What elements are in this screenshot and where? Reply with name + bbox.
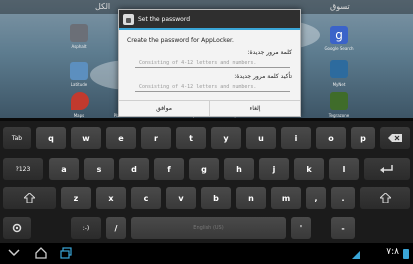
key-g[interactable]: g bbox=[189, 158, 219, 180]
maps-icon[interactable] bbox=[71, 92, 89, 110]
nvidia-icon[interactable] bbox=[330, 92, 348, 110]
app-icon[interactable] bbox=[70, 62, 88, 80]
system-bar: ٧:٨ bbox=[0, 243, 413, 264]
shift-icon bbox=[379, 193, 391, 203]
key-f[interactable]: f bbox=[154, 158, 184, 180]
dialog-header: Set the password bbox=[119, 10, 300, 28]
backspace-key[interactable] bbox=[380, 127, 410, 149]
app-label: MyNet bbox=[332, 82, 346, 87]
lock-icon bbox=[123, 13, 134, 25]
set-password-dialog: Set the password Create the password for… bbox=[118, 9, 301, 117]
ok-button[interactable]: موافق bbox=[119, 101, 209, 116]
dialog-button-bar: موافق إلغاء bbox=[119, 100, 300, 116]
home-icon[interactable] bbox=[35, 247, 47, 259]
app-label: Google Search bbox=[324, 46, 354, 51]
key-slash[interactable]: / bbox=[106, 217, 126, 239]
tab-key[interactable]: Tab bbox=[3, 127, 31, 149]
app-icon[interactable] bbox=[330, 60, 348, 78]
symbols-key[interactable]: ?123 bbox=[3, 158, 43, 180]
key-v[interactable]: v bbox=[166, 187, 196, 209]
key-dash[interactable]: - bbox=[331, 217, 355, 239]
key-w[interactable]: w bbox=[71, 127, 101, 149]
key-o[interactable]: o bbox=[316, 127, 346, 149]
key-d[interactable]: d bbox=[119, 158, 149, 180]
clock: ٧:٨ bbox=[386, 247, 399, 257]
key-l[interactable]: l bbox=[329, 158, 359, 180]
shift-key-right[interactable] bbox=[360, 187, 410, 209]
key-y[interactable]: y bbox=[211, 127, 241, 149]
enter-icon bbox=[380, 164, 393, 173]
key-apostrophe[interactable]: ' bbox=[291, 217, 311, 239]
key-p[interactable]: p bbox=[351, 127, 375, 149]
key-comma[interactable]: , bbox=[306, 187, 326, 209]
space-bar[interactable]: English (US) bbox=[131, 217, 286, 239]
key-period[interactable]: . bbox=[331, 187, 355, 209]
shift-icon bbox=[24, 193, 35, 203]
signal-icon bbox=[352, 251, 360, 259]
key-k[interactable]: k bbox=[294, 158, 324, 180]
app-icon[interactable] bbox=[70, 24, 88, 42]
key-h[interactable]: h bbox=[224, 158, 254, 180]
recent-apps-icon[interactable] bbox=[60, 247, 72, 259]
tab-shop[interactable]: تسوق bbox=[330, 2, 350, 11]
cancel-button[interactable]: إلغاء bbox=[209, 101, 300, 116]
key-j[interactable]: j bbox=[259, 158, 289, 180]
key-z[interactable]: z bbox=[61, 187, 91, 209]
key-c[interactable]: c bbox=[131, 187, 161, 209]
google-search-icon[interactable]: g bbox=[330, 26, 348, 44]
key-t[interactable]: t bbox=[176, 127, 206, 149]
tab-all[interactable]: الكل bbox=[95, 2, 110, 11]
new-password-label: كلمة مرور جديدة: bbox=[247, 49, 292, 56]
key-b[interactable]: b bbox=[201, 187, 231, 209]
key-e[interactable]: e bbox=[106, 127, 136, 149]
battery-icon bbox=[403, 249, 409, 259]
key-x[interactable]: x bbox=[96, 187, 126, 209]
new-password-input[interactable] bbox=[135, 58, 290, 68]
confirm-password-label: تأكيد كلمة مرور جديدة: bbox=[234, 73, 292, 80]
shift-key-left[interactable] bbox=[3, 187, 56, 209]
key-u[interactable]: u bbox=[246, 127, 276, 149]
key-a[interactable]: a bbox=[49, 158, 79, 180]
dialog-title: Set the password bbox=[138, 15, 190, 23]
settings-key[interactable] bbox=[3, 217, 31, 239]
key-m[interactable]: m bbox=[271, 187, 301, 209]
key-s[interactable]: s bbox=[84, 158, 114, 180]
dialog-prompt: Create the password for AppLocker. bbox=[127, 37, 234, 44]
settings-icon bbox=[12, 223, 22, 233]
key-q[interactable]: q bbox=[36, 127, 66, 149]
enter-key[interactable] bbox=[364, 158, 410, 180]
key-i[interactable]: i bbox=[281, 127, 311, 149]
back-icon[interactable] bbox=[8, 249, 20, 257]
app-label: Latitude bbox=[70, 82, 88, 87]
confirm-password-input[interactable] bbox=[135, 82, 290, 92]
key-n[interactable]: n bbox=[236, 187, 266, 209]
app-label: Asphalt bbox=[71, 44, 87, 49]
keyboard-top-edge bbox=[0, 118, 413, 121]
backspace-icon bbox=[388, 134, 402, 142]
smiley-key[interactable]: :-) bbox=[71, 217, 101, 239]
key-r[interactable]: r bbox=[141, 127, 171, 149]
